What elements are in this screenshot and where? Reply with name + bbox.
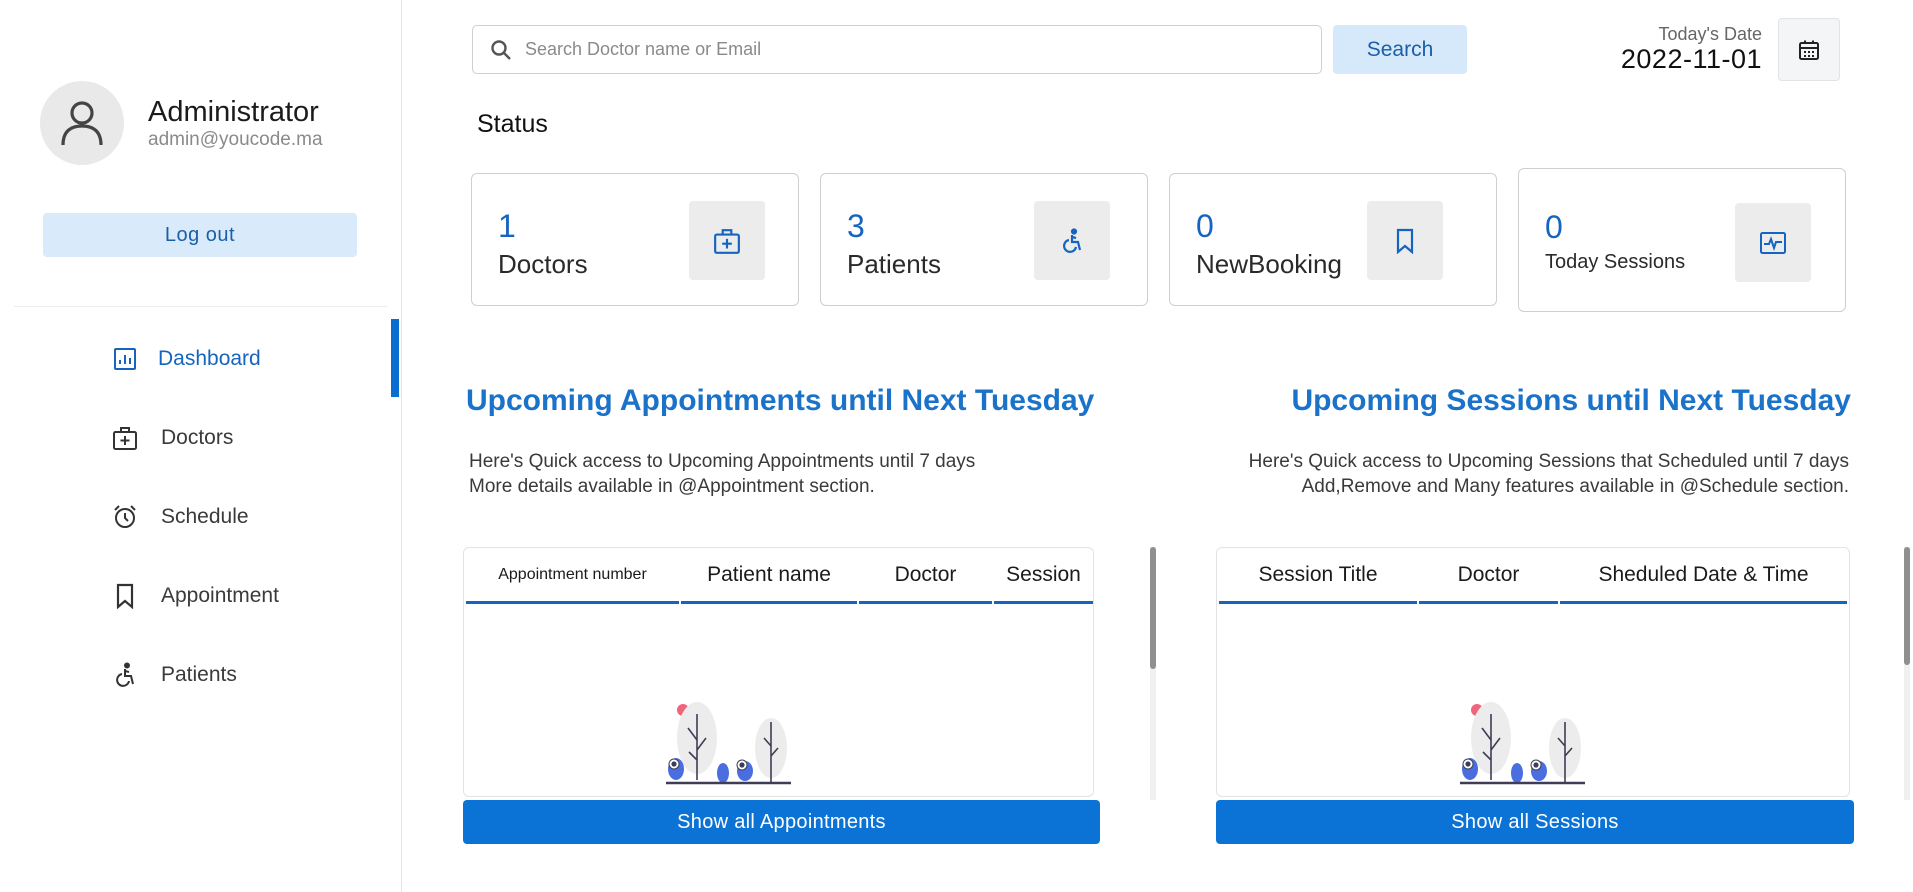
stat-label: NewBooking	[1196, 249, 1342, 279]
scrollbar-thumb[interactable]	[1150, 547, 1156, 669]
table-header: Appointment number Patient name Doctor S…	[464, 548, 1093, 604]
sidebar-item-doctors[interactable]: Doctors	[0, 398, 402, 478]
column-header: Appointment number	[466, 548, 679, 604]
search-box	[472, 25, 1322, 74]
sessions-table: Session Title Doctor Sheduled Date & Tim…	[1216, 547, 1850, 797]
empty-state-illustration	[1460, 702, 1585, 785]
profile-email: admin@youcode.ma	[148, 129, 323, 150]
appointments-desc: Here's Quick access to Upcoming Appointm…	[469, 449, 975, 499]
medical-case-icon	[714, 228, 740, 254]
date-label: Today's Date	[1658, 24, 1763, 44]
sidebar-item-label: Patients	[161, 663, 237, 686]
sidebar-divider	[14, 306, 387, 307]
search-button[interactable]: Search	[1333, 25, 1467, 74]
sessions-scrollbar[interactable]	[1904, 547, 1910, 800]
sidebar-item-label: Dashboard	[158, 347, 261, 370]
scrollbar-thumb[interactable]	[1904, 547, 1910, 665]
stat-icon-box	[1735, 203, 1811, 282]
stat-card-newbooking: 0 NewBooking	[1169, 173, 1497, 306]
appointments-title: Upcoming Appointments until Next Tuesday	[466, 384, 1095, 417]
stat-card-today-sessions: 0 Today Sessions	[1518, 168, 1846, 312]
sessions-desc-line1: Here's Quick access to Upcoming Sessions…	[1248, 451, 1849, 472]
stat-card-doctors: 1 Doctors	[471, 173, 799, 306]
column-header: Doctor	[859, 548, 992, 604]
stat-card-patients: 3 Patients	[820, 173, 1148, 306]
stat-label: Patients	[847, 249, 941, 279]
column-header: Patient name	[681, 548, 857, 604]
user-icon	[61, 101, 103, 146]
sidebar-item-schedule[interactable]: Schedule	[0, 477, 402, 557]
alarm-clock-icon	[111, 503, 139, 531]
sidebar-item-dashboard[interactable]: Dashboard	[0, 319, 402, 399]
bookmark-icon	[111, 582, 139, 610]
empty-state-illustration	[666, 702, 791, 785]
calendar-button[interactable]	[1778, 18, 1840, 81]
stat-icon-box	[1367, 201, 1443, 280]
show-all-appointments-button[interactable]: Show all Appointments	[463, 800, 1100, 844]
stat-count: 1	[498, 208, 516, 244]
table-header: Session Title Doctor Sheduled Date & Tim…	[1217, 548, 1849, 604]
date-value: 2022-11-01	[1620, 44, 1762, 74]
stat-label: Today Sessions	[1545, 251, 1686, 273]
profile-name: Administrator	[148, 96, 319, 128]
show-all-sessions-button[interactable]: Show all Sessions	[1216, 800, 1854, 844]
bookmark-icon	[1396, 228, 1414, 254]
accessible-icon	[111, 661, 139, 689]
sidebar-item-label: Appointment	[161, 584, 279, 607]
logout-button[interactable]: Log out	[43, 213, 357, 257]
search-icon	[491, 39, 511, 60]
column-header: Sheduled Date & Time	[1560, 548, 1847, 604]
appointments-scrollbar[interactable]	[1150, 547, 1156, 800]
sidebar-item-patients[interactable]: Patients	[0, 635, 402, 715]
profile: Administrator admin@youcode.ma	[40, 81, 323, 165]
appointments-table: Appointment number Patient name Doctor S…	[463, 547, 1094, 797]
sidebar-item-label: Doctors	[161, 426, 234, 449]
avatar	[40, 81, 124, 165]
stat-label: Doctors	[498, 249, 588, 279]
sessions-desc: Here's Quick access to Upcoming Sessions…	[1249, 449, 1849, 499]
dashboard-icon	[111, 345, 139, 373]
accessible-icon	[1063, 227, 1082, 253]
sidebar: Administrator admin@youcode.ma Log out D…	[0, 0, 402, 892]
column-header: Session Title	[1219, 548, 1417, 604]
status-title: Status	[477, 110, 548, 138]
column-header: Doctor	[1419, 548, 1558, 604]
sidebar-item-appointment[interactable]: Appointment	[0, 556, 402, 636]
pulse-icon	[1760, 231, 1786, 254]
appointments-desc-line1: Here's Quick access to Upcoming Appointm…	[469, 451, 976, 472]
calendar-icon	[1799, 40, 1819, 60]
sessions-title: Upcoming Sessions until Next Tuesday	[1291, 384, 1851, 417]
sessions-desc-line2: Add,Remove and Many features available i…	[1301, 476, 1849, 497]
active-indicator	[391, 319, 399, 397]
search-input[interactable]	[525, 39, 1305, 60]
stat-icon-box	[689, 201, 765, 280]
appointments-desc-line2: More details available in @Appointment s…	[469, 476, 875, 497]
stat-icon-box	[1034, 201, 1110, 280]
stat-count: 0	[1545, 209, 1563, 245]
stat-count: 3	[847, 208, 865, 244]
stat-count: 0	[1196, 208, 1214, 244]
sidebar-item-label: Schedule	[161, 505, 249, 528]
column-header: Session	[994, 548, 1093, 604]
medical-case-icon	[111, 424, 139, 452]
